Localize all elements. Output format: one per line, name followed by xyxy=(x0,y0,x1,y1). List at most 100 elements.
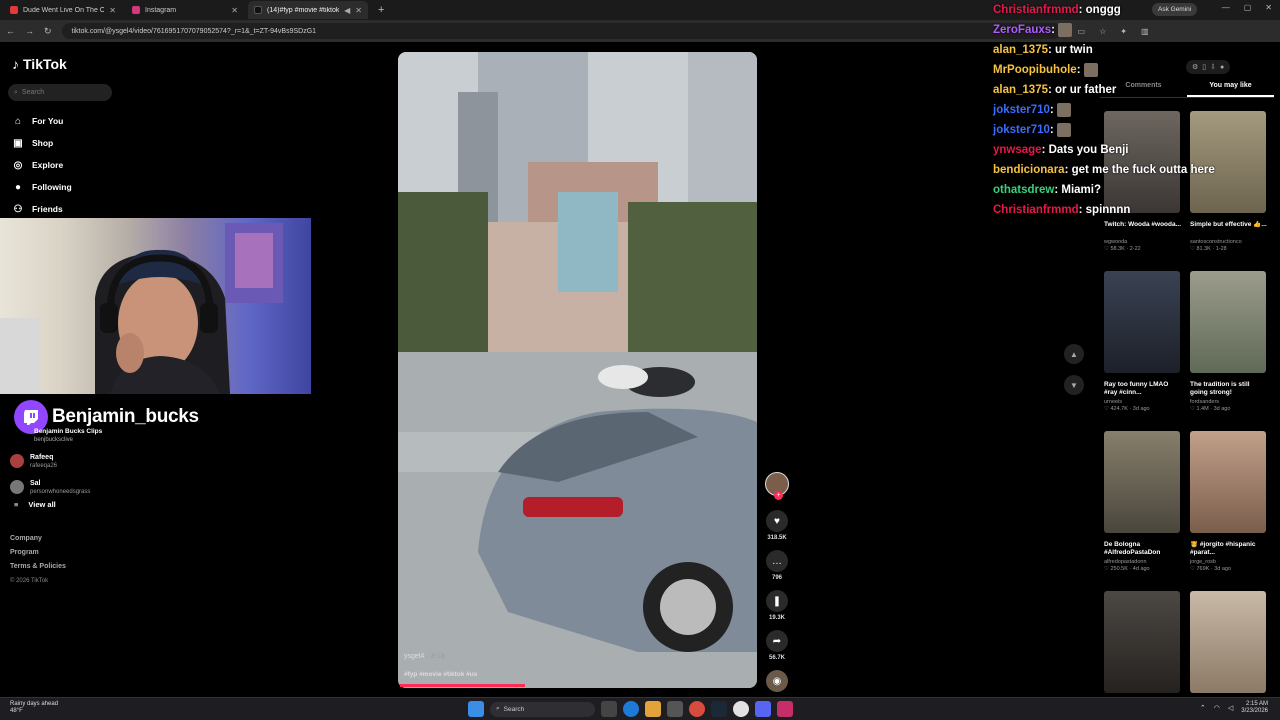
chat-message: jokster710: xyxy=(993,120,1153,140)
search-icon: ⌕ xyxy=(496,705,500,712)
item-title: Twitch: Wooda #wooda... xyxy=(1104,221,1182,228)
tab-you-may-like[interactable]: You may like xyxy=(1187,82,1274,97)
device-icon[interactable]: ▯ xyxy=(1202,63,1206,71)
back-icon[interactable]: ← xyxy=(6,26,15,36)
view-all-label: View all xyxy=(28,500,56,509)
mute-icon[interactable]: ◀ xyxy=(344,6,350,15)
chrome-icon[interactable] xyxy=(689,701,705,717)
weather-widget[interactable]: Rainy days ahead 48°F xyxy=(10,701,58,715)
edge-icon[interactable] xyxy=(623,701,639,717)
windows-start-icon[interactable] xyxy=(468,701,484,717)
volume-icon[interactable]: ◁ xyxy=(1228,704,1233,712)
follow-plus-icon[interactable]: + xyxy=(774,491,783,500)
clock-time: 2:15 AM xyxy=(1245,701,1268,707)
wifi-icon[interactable]: ◠ xyxy=(1214,704,1220,712)
item-title: 🫅 #jorgito #hispanic #parat... xyxy=(1190,541,1256,556)
settings-icon[interactable]: ⚙ xyxy=(1192,63,1198,71)
maximize-icon[interactable]: ▢ xyxy=(1244,3,1252,12)
close-window-icon[interactable]: ✕ xyxy=(1265,3,1272,12)
video-frame xyxy=(398,52,757,688)
forward-icon[interactable]: → xyxy=(25,26,34,36)
sound-disc[interactable]: ◉ xyxy=(766,670,788,692)
list-item[interactable]: De Bologna #AlfredoPastaDon alfredopasta… xyxy=(1104,431,1182,591)
footer-link-terms[interactable]: Terms & Policies xyxy=(10,560,66,574)
obs-icon[interactable] xyxy=(733,701,749,717)
tiktok-logo[interactable]: ♪ TikTok xyxy=(12,56,67,72)
view-all-button[interactable]: ≡ View all xyxy=(14,500,56,509)
app-icon[interactable] xyxy=(777,701,793,717)
footer-link-program[interactable]: Program xyxy=(10,546,66,560)
sidebar-item-explore[interactable]: ◎ Explore xyxy=(12,154,72,176)
item-stats: ♡ 250.5K · 4d ago xyxy=(1104,566,1150,572)
account-item[interactable]: Rafeeq rafeeqa26 xyxy=(10,448,90,474)
clock[interactable]: 2:15 AM 3/23/2026 xyxy=(1241,701,1268,715)
item-title: The tradition is still going strong! xyxy=(1190,381,1250,396)
item-stats: ♡ 1.4M · 3d ago xyxy=(1190,406,1231,412)
download-icon[interactable]: ⇩ xyxy=(1210,63,1216,71)
close-icon[interactable]: ✕ xyxy=(231,6,238,15)
reload-icon[interactable]: ↻ xyxy=(44,26,52,37)
list-item[interactable]: Simple but effective 👍... santosconstruc… xyxy=(1190,111,1268,271)
steam-icon[interactable] xyxy=(711,701,727,717)
settings-icon[interactable] xyxy=(667,701,683,717)
video-thumbnail xyxy=(1190,431,1266,533)
chat-message: Christianfrmmd: onggg xyxy=(993,4,1121,16)
list-item[interactable]: 🫅 #jorgito #hispanic #parat... jorge_ros… xyxy=(1190,431,1268,591)
previous-video-button[interactable]: ▲ xyxy=(1064,344,1084,364)
discord-icon[interactable] xyxy=(755,701,771,717)
video-player[interactable] xyxy=(398,52,757,688)
avatar[interactable]: ● xyxy=(1220,64,1224,71)
nav-label: Shop xyxy=(32,138,54,148)
video-author[interactable]: ysgel4 xyxy=(404,653,424,660)
chevron-up-icon[interactable]: ⌃ xyxy=(1200,704,1206,712)
sidebar-item-shop[interactable]: ▣ Shop xyxy=(12,132,72,154)
like-button[interactable]: ♥ xyxy=(766,510,788,532)
save-button[interactable]: ❚ xyxy=(766,590,788,612)
weather-text: Rainy days ahead xyxy=(10,701,59,707)
list-item[interactable]: The tradition is still going strong! for… xyxy=(1190,271,1268,431)
close-icon[interactable]: ✕ xyxy=(355,6,362,15)
chat-message: othatsdrew: Miami? xyxy=(993,184,1101,196)
sidebar-item-friends[interactable]: ⚇ Friends xyxy=(12,198,72,220)
task-view-icon[interactable] xyxy=(601,701,617,717)
new-tab-button[interactable]: + xyxy=(372,4,390,16)
nav-label: Following xyxy=(32,182,72,192)
url-text: tiktok.com/@ysgel4/video/761695170707905… xyxy=(71,27,317,35)
clip-handle: benjbucksclive xyxy=(34,437,74,443)
clock-date: 3/23/2026 xyxy=(1241,708,1268,714)
list-item[interactable]: Ray too funny LMAO #ray #cinn... urneels… xyxy=(1104,271,1182,431)
search-input[interactable]: ⌕ Search xyxy=(8,84,112,101)
footer-link-company[interactable]: Company xyxy=(10,532,66,546)
home-icon: ⌂ xyxy=(14,115,22,127)
instagram-icon xyxy=(132,6,140,14)
tiktok-icon xyxy=(254,6,262,14)
friends-icon: ⚇ xyxy=(13,203,23,215)
next-video-button[interactable]: ▼ xyxy=(1064,375,1084,395)
creator-avatar[interactable]: + xyxy=(765,472,789,500)
file-explorer-icon[interactable] xyxy=(645,701,661,717)
browser-tab-active[interactable]: (14)#fyp #movie #tiktok # ◀ ✕ xyxy=(248,1,368,19)
sidebar-footer: Company Program Terms & Policies © 2026 … xyxy=(10,532,66,588)
taskbar-search[interactable]: ⌕ Search xyxy=(490,701,595,717)
tab-label: Dude Went Live On The Opps xyxy=(23,6,105,14)
video-progress-bar[interactable] xyxy=(400,684,525,687)
ask-gemini-button[interactable]: Ask Gemini xyxy=(1152,3,1198,16)
url-field[interactable]: tiktok.com/@ysgel4/video/761695170707905… xyxy=(61,23,1062,39)
chat-message: alan_1375: or ur father xyxy=(993,84,1117,96)
minimize-icon[interactable]: — xyxy=(1222,3,1230,12)
save-count: 19.3K xyxy=(768,615,785,621)
share-icon: ➦ xyxy=(772,635,782,647)
browser-tab[interactable]: Dude Went Live On The Opps ✕ xyxy=(4,1,122,19)
comment-button[interactable]: … xyxy=(766,550,788,572)
sidebar-item-for-you[interactable]: ⌂ For You xyxy=(12,110,72,132)
account-item[interactable]: Sal personwhoneedsgrass xyxy=(10,474,90,500)
avatar xyxy=(10,480,24,494)
compass-icon: ◎ xyxy=(13,159,23,171)
video-thumbnail xyxy=(1190,271,1266,373)
share-button[interactable]: ➦ xyxy=(766,630,788,652)
video-hashtags[interactable]: #fyp #movie #tiktok #us xyxy=(404,671,477,678)
browser-tab[interactable]: Instagram ✕ xyxy=(126,1,244,19)
webcam-image xyxy=(0,223,283,394)
sidebar-item-following[interactable]: ● Following xyxy=(12,176,72,198)
close-icon[interactable]: ✕ xyxy=(109,6,116,15)
